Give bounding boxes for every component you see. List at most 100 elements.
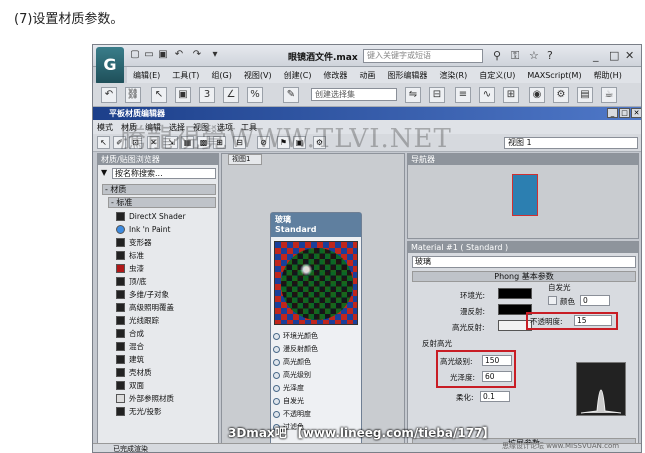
gloss-input[interactable]: 60 [482,371,512,382]
menu-edit[interactable]: 编辑(E) [127,70,166,81]
list-item[interactable]: 光线跟踪 [116,314,159,327]
material-swatch-icon [116,342,125,351]
list-item[interactable]: 虫漆 [116,262,144,275]
mirror-icon[interactable]: ⇋ [405,87,421,103]
list-item[interactable]: 外部参照材质 [116,392,174,405]
menu-graph-editors[interactable]: 图形编辑器 [381,70,433,81]
group-standard[interactable]: - 标准 [108,197,216,208]
group-materials[interactable]: - 材质 [102,184,216,195]
layer-icon[interactable]: ≡ [455,87,471,103]
list-item[interactable]: 变形器 [116,236,152,249]
material-node[interactable]: 玻璃 Standard 环境光颜色 漫反射颜色 高光颜色 高光级别 光泽度 自发… [270,212,362,450]
editor-close-icon[interactable]: ✕ [631,108,641,118]
chevron-down-icon[interactable]: ▾ [209,49,221,61]
list-item[interactable]: 顶/底 [116,275,147,288]
menu-help[interactable]: 帮助(H) [588,70,628,81]
menu-mode[interactable]: 模式 [93,122,117,133]
save-icon[interactable]: ▣ [157,49,169,61]
color-checkbox[interactable] [548,296,557,305]
selection-set-dropdown[interactable]: 创建选择集 [311,88,397,101]
binoculars-icon[interactable]: ⚲ [493,49,501,62]
list-item[interactable]: Ink 'n Paint [116,223,170,236]
star-icon[interactable]: ☆ [529,49,539,62]
menu-rendering[interactable]: 渲染(R) [433,70,473,81]
material-browser: 材质/贴图浏览器 ▼ 按名称搜索... - 材质 - 标准 DirectX Sh… [97,153,219,451]
list-item[interactable]: 双面 [116,379,144,392]
close-icon[interactable]: ✕ [625,49,634,62]
spec-level-input[interactable]: 150 [482,355,512,366]
menu-maxscript[interactable]: MAXScript(M) [521,71,587,80]
editor-maximize-icon[interactable]: □ [619,108,630,118]
help-icon[interactable]: ? [547,49,553,62]
list-item[interactable]: DirectX Shader [116,210,186,223]
undo-icon[interactable]: ↶ [173,49,185,61]
list-item[interactable]: 壳材质 [116,366,152,379]
search-input[interactable]: 键入关键字或短语 [363,49,483,63]
tab-view1[interactable]: 视图1 [228,154,262,165]
render-frame-icon[interactable]: ▤ [577,87,593,103]
rollout-phong-basic[interactable]: Phong 基本参数 [412,271,636,282]
navigator-viewport-box[interactable] [512,174,538,216]
list-item[interactable]: 高级照明覆盖 [116,301,174,314]
gloss-label: 光泽度: [450,373,476,382]
link-icon[interactable]: ⛓ [125,87,141,103]
soften-input[interactable]: 0.1 [480,391,510,402]
curve-editor-icon[interactable]: ∿ [479,87,495,103]
material-swatch-icon [116,251,125,260]
list-item[interactable]: 多维/子对象 [116,288,169,301]
redo-icon[interactable]: ↷ [191,49,203,61]
lock-icon[interactable]: ⚿ [511,49,519,62]
slot-ambient[interactable]: 环境光颜色 [273,331,318,342]
browser-search-input[interactable]: 按名称搜索... [112,168,216,179]
menu-modifiers[interactable]: 修改器 [317,70,353,81]
navigator-panel[interactable]: 导航器 [407,153,639,239]
render-teapot-icon[interactable]: ☕ [601,87,617,103]
material-swatch-icon [116,355,125,364]
slot-glossiness[interactable]: 光泽度 [273,383,304,394]
material-swatch-icon [116,329,125,338]
select-region-icon[interactable]: ▣ [175,87,191,103]
named-selection-icon[interactable]: ✎ [283,87,299,103]
slot-opacity[interactable]: 不透明度 [273,409,311,420]
editor-minimize-icon[interactable]: _ [607,108,618,118]
view-dropdown[interactable]: 视图 1 [504,137,638,149]
menu-animation[interactable]: 动画 [353,70,381,81]
list-item[interactable]: 无光/投影 [116,405,162,418]
new-file-icon[interactable]: ▢ [129,49,141,61]
self-illum-input[interactable]: 0 [580,295,610,306]
percent-snap-icon[interactable]: % [247,87,263,103]
app-logo-icon[interactable]: G [96,47,124,85]
list-item[interactable]: 建筑 [116,353,144,366]
schematic-icon[interactable]: ⊞ [503,87,519,103]
file-title: 眼镜酒文件.max [288,53,358,63]
render-setup-icon[interactable]: ⚙ [553,87,569,103]
menu-views[interactable]: 视图(V) [238,70,278,81]
slot-diffuse[interactable]: 漫反射颜色 [273,344,318,355]
opacity-input[interactable]: 15 [574,315,612,326]
undo-button[interactable]: ↶ [101,87,117,103]
menu-create[interactable]: 创建(C) [278,70,318,81]
slot-self-illum[interactable]: 自发光 [273,396,304,407]
material-name-field[interactable]: 玻璃 [412,256,636,268]
menu-group[interactable]: 组(G) [205,70,237,81]
chevron-down-icon[interactable]: ▼ [101,168,107,177]
select-tool-icon[interactable]: ↖ [97,136,110,149]
menu-tools[interactable]: 工具(T) [166,70,205,81]
list-item[interactable]: 合成 [116,327,144,340]
slot-spec-level[interactable]: 高光级别 [273,370,311,381]
slot-specular[interactable]: 高光颜色 [273,357,311,368]
specular-highlights-group: 反射高光 [422,339,452,348]
list-item[interactable]: 混合 [116,340,144,353]
snap-3d-icon[interactable]: 3 [199,87,215,103]
angle-snap-icon[interactable]: ∠ [223,87,239,103]
select-icon[interactable]: ↖ [151,87,167,103]
maximize-icon[interactable]: □ [609,49,619,62]
minimize-icon[interactable]: _ [593,49,599,62]
material-editor-icon[interactable]: ◉ [529,87,545,103]
ambient-color-swatch[interactable] [498,288,532,299]
node-view[interactable]: 视图1 玻璃 Standard 环境光颜色 漫反射颜色 高光颜色 高光级别 光泽… [221,153,405,451]
menu-customize[interactable]: 自定义(U) [473,70,521,81]
align-icon[interactable]: ⊟ [429,87,445,103]
list-item[interactable]: 标准 [116,249,144,262]
open-file-icon[interactable]: ▭ [143,49,155,61]
